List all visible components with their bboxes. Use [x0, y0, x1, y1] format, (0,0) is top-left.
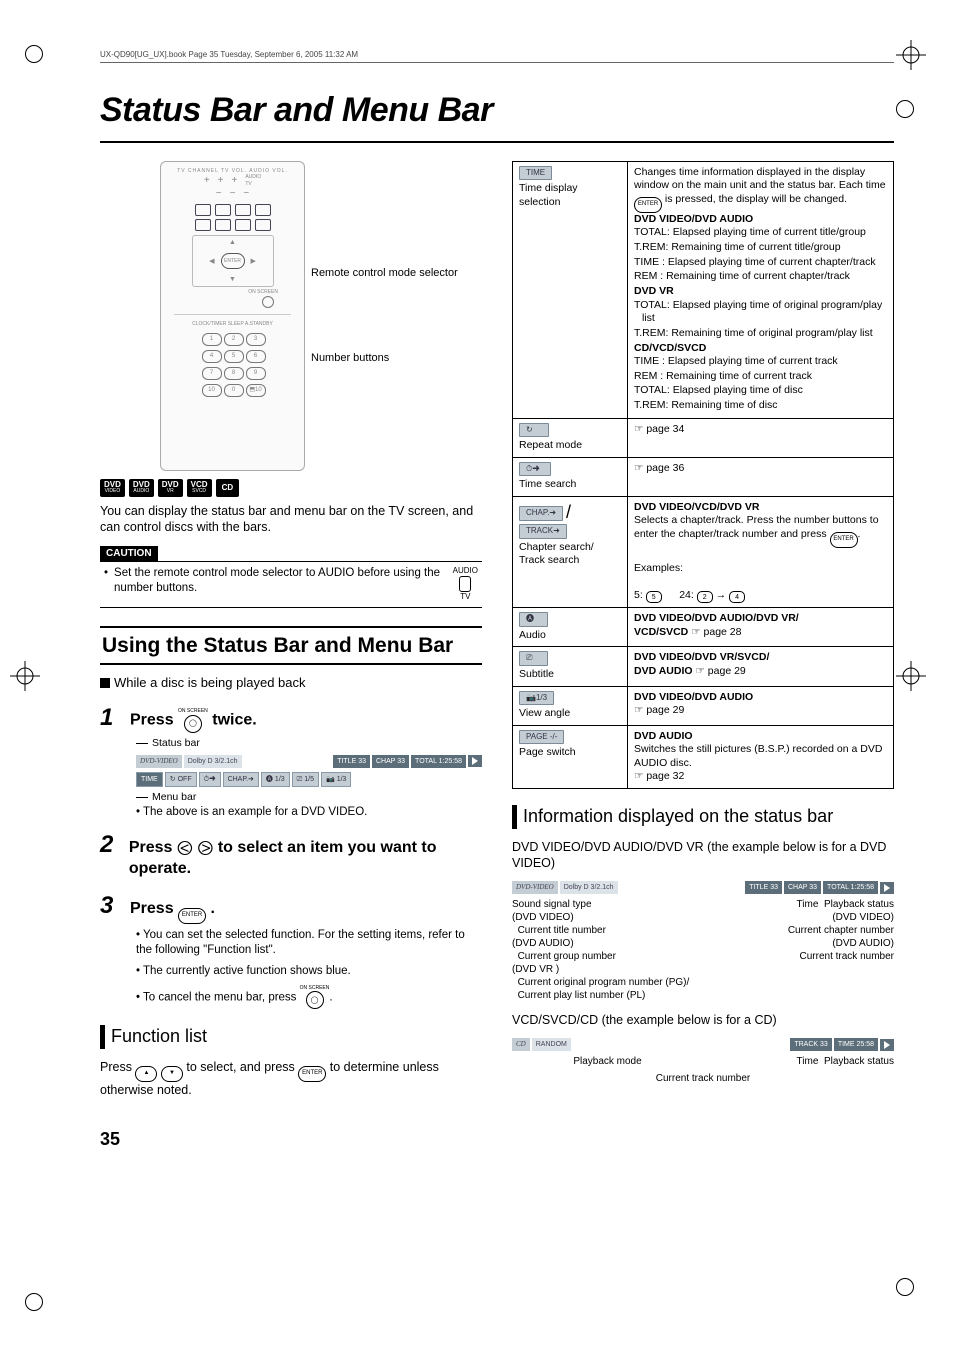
- info-sub-1: DVD VIDEO/DVD AUDIO/DVD VR (the example …: [512, 839, 894, 872]
- table-row: ⎚ Subtitle DVD VIDEO/DVD VR/SVCD/DVD AUD…: [513, 647, 894, 686]
- status-bar-dvd-diagram: DVD-VIDEO Dolby D 3/2.1ch TITLE 33 CHAP …: [512, 881, 894, 1002]
- status-bar-cd-diagram: CD RANDOM TRACK 33 TIME 25:58 Playback m…: [512, 1038, 894, 1085]
- cursor-up-icon: ▲: [135, 1066, 157, 1082]
- status-bar-example: DVD-VIDEO Dolby D 3/2.1ch TITLE 33 CHAP …: [136, 755, 482, 768]
- cursor-left-icon: ⧀: [177, 841, 193, 857]
- time-search-icon: ⏱➜: [519, 462, 551, 476]
- function-list-head: Function list: [100, 1025, 482, 1048]
- registration-mark-icon: [10, 661, 40, 691]
- function-list-intro: Press ▲ ▼ to select, and press ENTER to …: [100, 1059, 482, 1098]
- on-screen-icon: ◯: [306, 991, 324, 1009]
- remote-mode-selector-label: Remote control mode selector: [311, 266, 458, 280]
- enter-icon: ENTER: [178, 908, 206, 924]
- audio-icon: 🅐: [519, 612, 548, 626]
- table-row: ↻ Repeat mode page 34: [513, 418, 894, 457]
- table-row: ⏱➜ Time search page 36: [513, 457, 894, 496]
- table-row: 📷 1/3View angle DVD VIDEO/DVD AUDIOpage …: [513, 686, 894, 725]
- subtitle-icon: ⎚: [519, 651, 548, 665]
- page-title: Status Bar and Menu Bar: [100, 88, 894, 132]
- section-head: Using the Status Bar and Menu Bar: [100, 626, 482, 665]
- step-1: 1 Press ON SCREEN ◯ twice.: [100, 702, 482, 733]
- cursor-right-icon: ⧁: [197, 841, 213, 857]
- on-screen-icon: ◯: [184, 715, 202, 733]
- crop-mark-icon: [25, 45, 43, 63]
- menu-bar-example: TIME ↻OFF ⏱➜ CHAP.➜ 🅐 1/3 ⎚ 1/5 📷 1/3: [136, 772, 482, 787]
- while-playing: While a disc is being played back: [100, 675, 482, 692]
- remote-diagram: TV CHANNEL TV VOL. AUDIO VOL. +++ AUDIOT…: [160, 161, 482, 471]
- enter-icon: ENTER: [634, 197, 662, 213]
- registration-mark-icon: [896, 40, 926, 70]
- book-header-line: UX-QD90[UG_UX].book Page 35 Tuesday, Sep…: [100, 50, 894, 63]
- title-rule: [100, 141, 894, 143]
- step-2: 2 Press ⧀ ⧁ to select an item you want t…: [100, 829, 482, 880]
- cursor-down-icon: ▼: [161, 1066, 183, 1082]
- step-3: 3 Press ENTER .: [100, 890, 482, 924]
- enter-icon: ENTER: [298, 1066, 326, 1082]
- crop-mark-icon: [896, 1278, 914, 1296]
- table-row: TIME Time display selection Changes time…: [513, 161, 894, 418]
- info-display-head: Information displayed on the status bar: [512, 805, 894, 828]
- remote-number-buttons-label: Number buttons: [311, 351, 458, 365]
- info-sub-2: VCD/SVCD/CD (the example below is for a …: [512, 1012, 894, 1028]
- intro-text: You can display the status bar and menu …: [100, 503, 482, 536]
- disc-badges: DVDVIDEO DVDAUDIO DVDVR VCDSVCD CD: [100, 479, 482, 497]
- function-table: TIME Time display selection Changes time…: [512, 161, 894, 790]
- angle-icon: 📷 1/3: [519, 691, 554, 705]
- caution-box: CAUTION • Set the remote control mode se…: [100, 545, 482, 608]
- table-row: 🅐 Audio DVD VIDEO/DVD AUDIO/DVD VR/VCD/S…: [513, 608, 894, 647]
- table-row: PAGE -/-Page switch DVD AUDIOSwitches th…: [513, 725, 894, 789]
- registration-mark-icon: [896, 661, 926, 691]
- crop-mark-icon: [896, 100, 914, 118]
- repeat-icon: ↻: [519, 423, 549, 437]
- table-row: CHAP.➜ / TRACK➜ Chapter search/ Track se…: [513, 496, 894, 608]
- enter-icon: ENTER: [830, 532, 858, 548]
- crop-mark-icon: [25, 1293, 43, 1311]
- page-number: 35: [100, 1128, 894, 1151]
